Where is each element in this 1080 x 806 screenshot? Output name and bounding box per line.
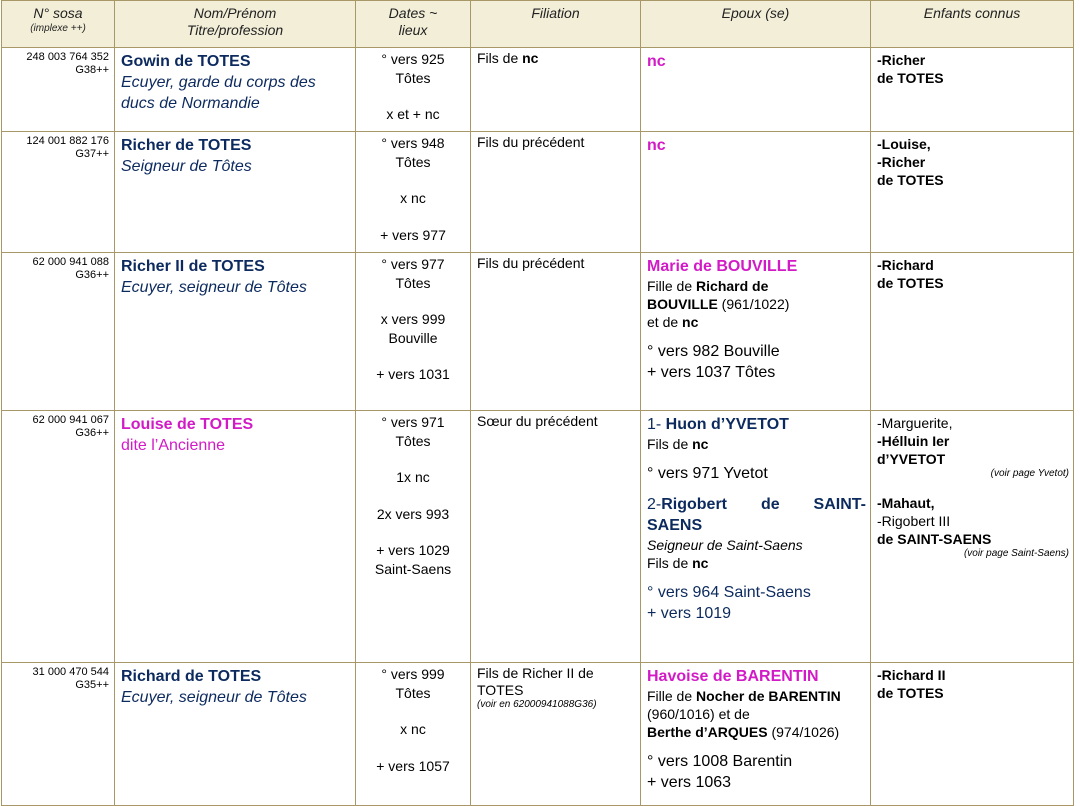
name-cell: Richer de TOTES Seigneur de Tôtes — [114, 131, 356, 253]
genealogy-table: N° sosa (implexe ++) Nom/Prénom Titre/prof… — [1, 0, 1074, 806]
spouse-cell: nc — [640, 47, 871, 132]
filiation-cell: Fils du précédent — [470, 131, 641, 253]
children-cell: -Marguerite, -Hélluin Ier d’YVETOT (voir… — [870, 410, 1074, 663]
table-row: 62 000 941 088 G36++ Richer II de TOTES Ec… — [1, 252, 1074, 411]
spouse-name: Marie de BOUVILLE — [647, 258, 798, 275]
spouse-cell: Marie de BOUVILLE Fille de Richard de BO… — [640, 252, 871, 411]
spouse-cell: Havoise de BARENTIN Fille de Nocher de B… — [640, 662, 871, 806]
table-row: 248 003 764 352 G38++ Gowin de TOTES Ecuye… — [1, 47, 1074, 132]
sosa-cell: 31 000 470 544 G35++ — [1, 662, 115, 806]
header-sosa: N° sosa (implexe ++) — [1, 0, 115, 48]
filiation-cell: Fils de Richer II de TOTES (voir en 620009… — [470, 662, 641, 806]
header-name: Nom/Prénom Titre/profession — [114, 0, 356, 48]
spouse-name: Havoise de BARENTIN — [647, 668, 819, 685]
filiation-cell: Sœur du précédent — [470, 410, 641, 663]
spouse-cell: nc — [640, 131, 871, 253]
header-filiation: Filiation — [470, 0, 641, 48]
sosa-cell: 248 003 764 352 G38++ — [1, 47, 115, 132]
children-cell: -Richer de TOTES — [870, 47, 1074, 132]
sosa-cell: 62 000 941 088 G36++ — [1, 252, 115, 411]
header-spouse: Epoux (se) — [640, 0, 871, 48]
children-cell: -Louise, -Richer de TOTES — [870, 131, 1074, 253]
spouse-cell: 1- Huon d’YVETOT Fils de nc ° vers 971 Y… — [640, 410, 871, 663]
dates-cell: ° vers 925 Tôtes x et + nc — [355, 47, 471, 132]
name-cell: Gowin de TOTES Ecuyer, garde du corps des… — [114, 47, 356, 132]
name-cell: Richard de TOTES Ecuyer, seigneur de Tôte… — [114, 662, 356, 806]
header-children: Enfants connus — [870, 0, 1074, 48]
sosa-cell: 62 000 941 067 G36++ — [1, 410, 115, 663]
filiation-cell: Fils de nc — [470, 47, 641, 132]
table-row: 62 000 941 067 G36++ Louise de TOTES dite … — [1, 410, 1074, 663]
table-row: 124 001 882 176 G37++ Richer de TOTES Seig… — [1, 131, 1074, 253]
filiation-cell: Fils du précédent — [470, 252, 641, 411]
table-row: 31 000 470 544 G35++ Richard de TOTES Ecuy… — [1, 662, 1074, 806]
sosa-cell: 124 001 882 176 G37++ — [1, 131, 115, 253]
header-dates: Dates ~ lieux — [355, 0, 471, 48]
dates-cell: ° vers 999 Tôtes x nc + vers 1057 — [355, 662, 471, 806]
children-cell: -Richard de TOTES — [870, 252, 1074, 411]
dates-cell: ° vers 948 Tôtes x nc + vers 977 — [355, 131, 471, 253]
dates-cell: ° vers 977 Tôtes x vers 999 Bouville + vers … — [355, 252, 471, 411]
children-cell: -Richard II de TOTES — [870, 662, 1074, 806]
header-row: N° sosa (implexe ++) Nom/Prénom Titre/prof… — [1, 0, 1074, 48]
name-cell: Louise de TOTES dite l’Ancienne — [114, 410, 356, 663]
name-cell: Richer II de TOTES Ecuyer, seigneur de Tô… — [114, 252, 356, 411]
dates-cell: ° vers 971 Tôtes 1x nc 2x vers 993 + vers 10… — [355, 410, 471, 663]
